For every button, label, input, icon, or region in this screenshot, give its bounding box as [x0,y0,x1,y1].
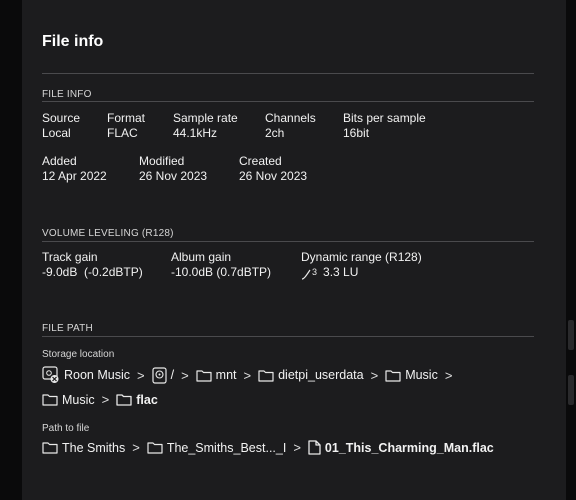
crumb-file[interactable]: 01_This_Charming_Man.flac [308,440,494,455]
crumb-file-label: 01_This_Charming_Man.flac [324,440,494,455]
album-gain-value: -10.0dB (0.7dBTP) [171,265,272,279]
track-gain-label: Track gain [42,250,98,264]
chevron-right-icon: > [101,392,110,407]
source-label: Source [42,111,81,125]
crumb-root[interactable]: / [151,366,175,384]
dynamic-range-field: Dynamic range (R128) 3 3.3 LU [301,250,422,280]
bits-per-sample-label: Bits per sample [343,111,426,125]
crumb-flac[interactable]: flac [116,393,158,407]
crumb-music-2-label: Music [62,392,95,407]
crumb-the-smiths[interactable]: The Smiths [42,441,125,455]
bits-per-sample-value: 16bit [343,126,370,140]
chevron-right-icon: > [181,367,189,383]
folder-icon [147,441,163,454]
dynamic-range-icon: 3 [301,265,317,280]
path-to-file-label: Path to file [42,423,90,434]
volume-leveling-heading: VOLUME LEVELING (R128) [42,228,174,239]
added-label: Added [42,154,77,168]
track-gain-field: Track gain -9.0dB (-0.2dBTP) [42,250,143,280]
title-divider [42,73,534,74]
folder-icon [116,393,132,406]
crumb-album-folder[interactable]: The_Smiths_Best..._I [147,440,287,455]
folder-icon [42,441,58,454]
folder-icon [42,393,58,406]
crumb-album-folder-label: The_Smiths_Best..._I [166,440,287,455]
chevron-right-icon: > [370,367,379,383]
channels-field: Channels 2ch [265,111,316,141]
chevron-right-icon: > [137,367,145,383]
crumb-dietpi-userdata[interactable]: dietpi_userdata [258,368,364,382]
dialog-title: File info [42,33,104,50]
scrollbar-segment [568,320,574,350]
crumb-dietpi-userdata-label: dietpi_userdata [278,368,364,382]
modified-field: Modified 26 Nov 2023 [139,154,207,184]
scrollbar-segment [568,375,574,405]
crumb-flac-label: flac [136,392,158,407]
crumb-roon-music[interactable]: Roon Music [42,366,130,384]
chevron-right-icon: > [132,440,140,455]
dynamic-range-icon-number: 3 [312,267,318,277]
modified-value: 26 Nov 2023 [139,169,208,183]
dynamic-range-label: Dynamic range (R128) [301,250,422,264]
dynamic-range-value: 3.3 LU [323,265,359,279]
album-gain-label: Album gain [171,250,232,264]
track-gain-value: -9.0dB (-0.2dBTP) [42,265,143,279]
added-value: 12 Apr 2022 [42,169,107,183]
file-icon [308,440,321,455]
channels-value: 2ch [265,126,285,140]
format-value: FLAC [107,126,138,140]
modified-label: Modified [139,154,185,168]
file-info-divider [42,101,534,102]
crumb-music-label: Music [405,368,438,382]
crumb-mnt[interactable]: mnt [196,368,237,382]
background-left [0,0,22,500]
storage-location-label: Storage location [42,349,115,360]
channels-label: Channels [265,111,316,125]
format-label: Format [107,111,146,125]
chevron-right-icon: > [444,367,453,383]
folder-icon [258,369,274,382]
source-value: Local [42,126,71,140]
chevron-right-icon: > [243,367,252,383]
folder-icon [196,369,212,382]
drive-icon [151,366,167,384]
created-label: Created [239,154,282,168]
crumb-root-label: / [170,368,175,382]
created-value: 26 Nov 2023 [239,169,308,183]
added-field: Added 12 Apr 2022 [42,154,107,184]
storage-breadcrumb-row-1: Roon Music > / > mnt > dietpi_userdata >… [42,366,459,384]
crumb-mnt-label: mnt [215,368,237,382]
bits-per-sample-field: Bits per sample 16bit [343,111,426,141]
file-path-heading: FILE PATH [42,323,93,334]
volume-leveling-divider [42,241,534,242]
crumb-music-2[interactable]: Music [42,393,95,407]
folder-icon [385,369,401,382]
source-field: Source Local [42,111,80,141]
roon-storage-icon [42,366,60,384]
sample-rate-field: Sample rate 44.1kHz [173,111,238,141]
chevron-right-icon: > [293,440,301,455]
sample-rate-label: Sample rate [173,111,238,125]
album-gain-field: Album gain -10.0dB (0.7dBTP) [171,250,271,280]
created-field: Created 26 Nov 2023 [239,154,307,184]
file-info-dialog: File info FILE INFO Source Local Format … [22,0,566,500]
crumb-the-smiths-label: The Smiths [62,440,126,455]
file-info-heading: FILE INFO [42,89,92,100]
storage-breadcrumb-row-2: Music > flac [42,392,158,407]
file-breadcrumb-row: The Smiths > The_Smiths_Best..._I > 01_T… [42,440,494,455]
crumb-music[interactable]: Music [385,368,438,382]
format-field: Format FLAC [107,111,145,141]
scrollbar[interactable] [566,0,576,500]
file-path-divider [42,336,534,337]
dynamic-range-row: 3 3.3 LU [301,265,422,280]
crumb-roon-music-label: Roon Music [64,368,130,382]
sample-rate-value: 44.1kHz [173,126,218,140]
